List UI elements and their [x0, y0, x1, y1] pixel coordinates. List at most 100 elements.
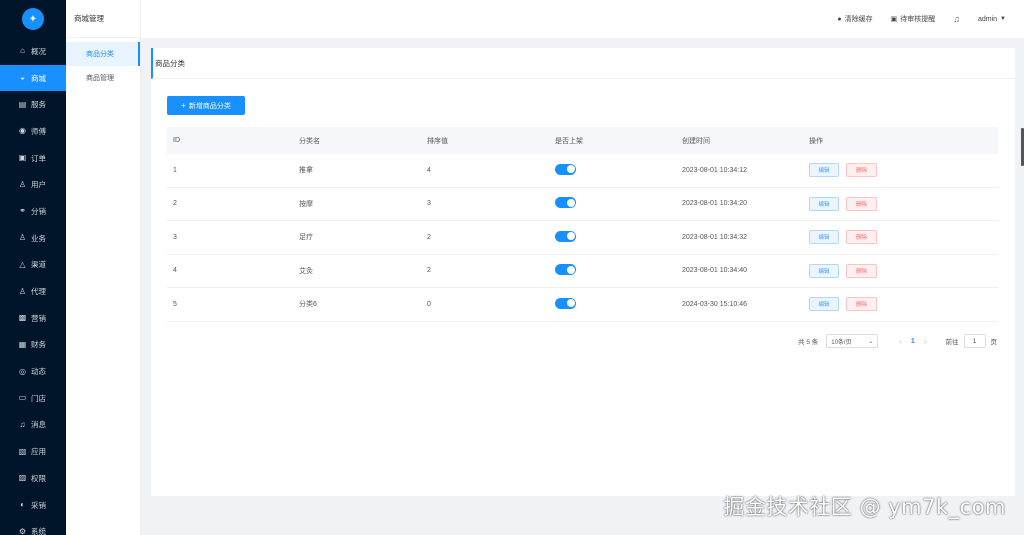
shop-bag-icon: ◒: [20, 73, 25, 83]
sidebar-item-17[interactable]: ◐ 采销: [0, 492, 66, 519]
edit-button[interactable]: 编辑: [809, 196, 839, 211]
page-number-current[interactable]: 1: [911, 338, 915, 345]
cell-id: 4: [173, 267, 177, 275]
sidebar-item-16[interactable]: ▨ 权限: [0, 465, 66, 492]
notify-button[interactable]: ▣ 待审核提醒: [891, 14, 936, 24]
pager-total: 共 5 条: [798, 339, 819, 346]
col-header-enabled: 是否上架: [555, 137, 583, 145]
dynamic-icon: ◎: [19, 366, 26, 376]
submenu-item-goods[interactable]: 商品管理: [66, 66, 140, 90]
col-header-id: ID: [173, 137, 180, 144]
cell-actions: 编辑 删除: [803, 297, 998, 312]
cell-sort: 3: [427, 200, 431, 208]
sidebar-item-15[interactable]: ▧ 应用: [0, 438, 66, 465]
sidebar-item-label: 师傅: [31, 126, 46, 136]
cell-name: 分类6: [299, 301, 317, 309]
top-header: ● 清除缓存 ▣ 待审核提醒 ♫ admin ▼: [141, 0, 1024, 38]
cell-id: 2: [173, 200, 177, 208]
page-size-value: 10条/页: [831, 339, 852, 346]
order-icon: ▣: [18, 153, 27, 163]
delete-button[interactable]: 删除: [846, 263, 877, 278]
sidebar-item-6[interactable]: ⚭ 分销: [0, 198, 66, 225]
app-icon: ▧: [18, 446, 27, 456]
distribution-icon: ⚭: [19, 206, 26, 216]
store-icon: ▭: [18, 393, 27, 403]
cell-sort: 4: [427, 166, 431, 174]
cell-id: 1: [173, 166, 177, 174]
cell-name: 按摩: [299, 200, 313, 208]
goto-page-input[interactable]: 1: [963, 334, 986, 348]
lock-icon: ▣: [890, 16, 898, 23]
sidebar-item-0[interactable]: ⌂ 概况: [0, 38, 66, 65]
sidebar-item-12[interactable]: ◎ 动态: [0, 358, 66, 385]
enabled-toggle[interactable]: [555, 264, 576, 276]
table-row: 1 推拿 4 2023-08-01 10:34:12 编辑 删除: [167, 154, 998, 188]
main-sidebar: ✦ ⌂ 概况 ◒ 商城 ▤ 服务 ◉ 师傅 ▣ 订单 ♙ 用户 ⚭ 分销 ♙ 业务 △ 渠道 ♙ 代理 ▩ 营销 ▦ 财务 ◎ 动…: [0, 0, 66, 535]
table-header: ID 分类名 排序值 是否上架 创建时间 操作: [167, 127, 998, 154]
worker-icon: ◉: [19, 126, 26, 136]
enabled-toggle[interactable]: [555, 197, 576, 209]
prev-page-icon[interactable]: ‹: [899, 337, 902, 346]
pagination: 共 5 条 10条/页 ⌄ ‹ 1 › 前往 1 页: [798, 334, 997, 348]
edit-button[interactable]: 编辑: [809, 297, 839, 312]
enabled-toggle[interactable]: [555, 163, 576, 175]
table-body: 1 推拿 4 2023-08-01 10:34:12 编辑 删除 2 按摩 3 2023-08-0…: [167, 154, 998, 322]
sidebar-item-13[interactable]: ▭ 门店: [0, 385, 66, 412]
enabled-toggle[interactable]: [555, 297, 576, 309]
clear-cache-button[interactable]: ● 清除缓存: [837, 14, 872, 24]
edit-button[interactable]: 编辑: [809, 230, 839, 245]
add-category-button[interactable]: + 新增商品分类: [167, 96, 245, 115]
sidebar-item-label: 概况: [31, 46, 46, 56]
cell-actions: 编辑 删除: [803, 196, 998, 211]
app-logo[interactable]: ✦: [22, 8, 44, 30]
submenu-item-category[interactable]: 商品分类: [66, 42, 140, 66]
delete-button[interactable]: 删除: [846, 297, 877, 312]
sidebar-item-10[interactable]: ▩ 营销: [0, 305, 66, 332]
home-icon: ⌂: [20, 46, 25, 56]
sidebar-item-3[interactable]: ◉ 师傅: [0, 118, 66, 145]
table-row: 2 按摩 3 2023-08-01 10:34:20 编辑 删除: [167, 188, 998, 221]
notification-bell[interactable]: ♫: [953, 14, 960, 24]
card-title: 商品分类: [155, 58, 185, 68]
delete-button[interactable]: 删除: [846, 196, 877, 211]
sidebar-item-5[interactable]: ♙ 用户: [0, 171, 66, 198]
business-icon: ♙: [18, 233, 27, 243]
sidebar-item-4[interactable]: ▣ 订单: [0, 145, 66, 172]
cell-enabled: [549, 197, 676, 210]
sidebar-item-7[interactable]: ♙ 业务: [0, 225, 66, 252]
sidebar-item-8[interactable]: △ 渠道: [0, 252, 66, 279]
bell-icon: ♫: [953, 14, 960, 24]
content-card: 商品分类 + 新增商品分类 ID 分类名 排序值 是否上架 创建时间 操作 1 推…: [151, 48, 1015, 496]
col-header-actions: 操作: [809, 137, 823, 145]
delete-button[interactable]: 删除: [846, 163, 877, 178]
sidebar-item-14[interactable]: ♫ 消息: [0, 412, 66, 439]
table-row: 3 足疗 2 2023-08-01 10:34:32 编辑 删除: [167, 221, 998, 255]
delete-button[interactable]: 删除: [846, 230, 877, 245]
page-size-select[interactable]: 10条/页 ⌄: [826, 334, 879, 348]
channel-icon: △: [19, 259, 26, 269]
category-table: ID 分类名 排序值 是否上架 创建时间 操作 1 推拿 4 2023-08-01 1…: [167, 127, 998, 322]
sidebar-item-9[interactable]: ♙ 代理: [0, 278, 66, 305]
edit-button[interactable]: 编辑: [809, 263, 839, 278]
sidebar-item-18[interactable]: ⚙ 系统: [0, 518, 66, 535]
cell-actions: 编辑 删除: [803, 230, 998, 245]
cell-name: 足疗: [299, 234, 313, 242]
nav-list: ⌂ 概况 ◒ 商城 ▤ 服务 ◉ 师傅 ▣ 订单 ♙ 用户 ⚭ 分销 ♙ 业务 △ 渠道 ♙ 代理 ▩ 营销 ▦ 财务 ◎ 动态 ▭…: [0, 38, 66, 535]
enabled-toggle[interactable]: [555, 230, 576, 242]
clear-cache-label: 清除缓存: [844, 16, 873, 23]
sidebar-item-11[interactable]: ▦ 财务: [0, 332, 66, 359]
sidebar-item-2[interactable]: ▤ 服务: [0, 91, 66, 118]
watermark-text: 掘金技术社区 @ ym7k_com: [723, 495, 1006, 519]
sidebar-item-1[interactable]: ◒ 商城: [0, 64, 66, 92]
marketing-icon: ▩: [18, 313, 27, 323]
edit-button[interactable]: 编辑: [809, 163, 839, 178]
add-category-label: 新增商品分类: [188, 102, 231, 110]
user-menu[interactable]: admin ▼: [978, 16, 1006, 23]
notify-label: 待审核提醒: [900, 16, 936, 23]
card-header: 商品分类: [151, 48, 1015, 79]
cell-enabled: [549, 230, 676, 244]
sidebar-item-label: 消息: [31, 420, 46, 430]
sidebar-item-label: 分销: [31, 206, 46, 216]
cell-name: 推拿: [299, 167, 313, 175]
next-page-icon[interactable]: ›: [924, 337, 927, 346]
